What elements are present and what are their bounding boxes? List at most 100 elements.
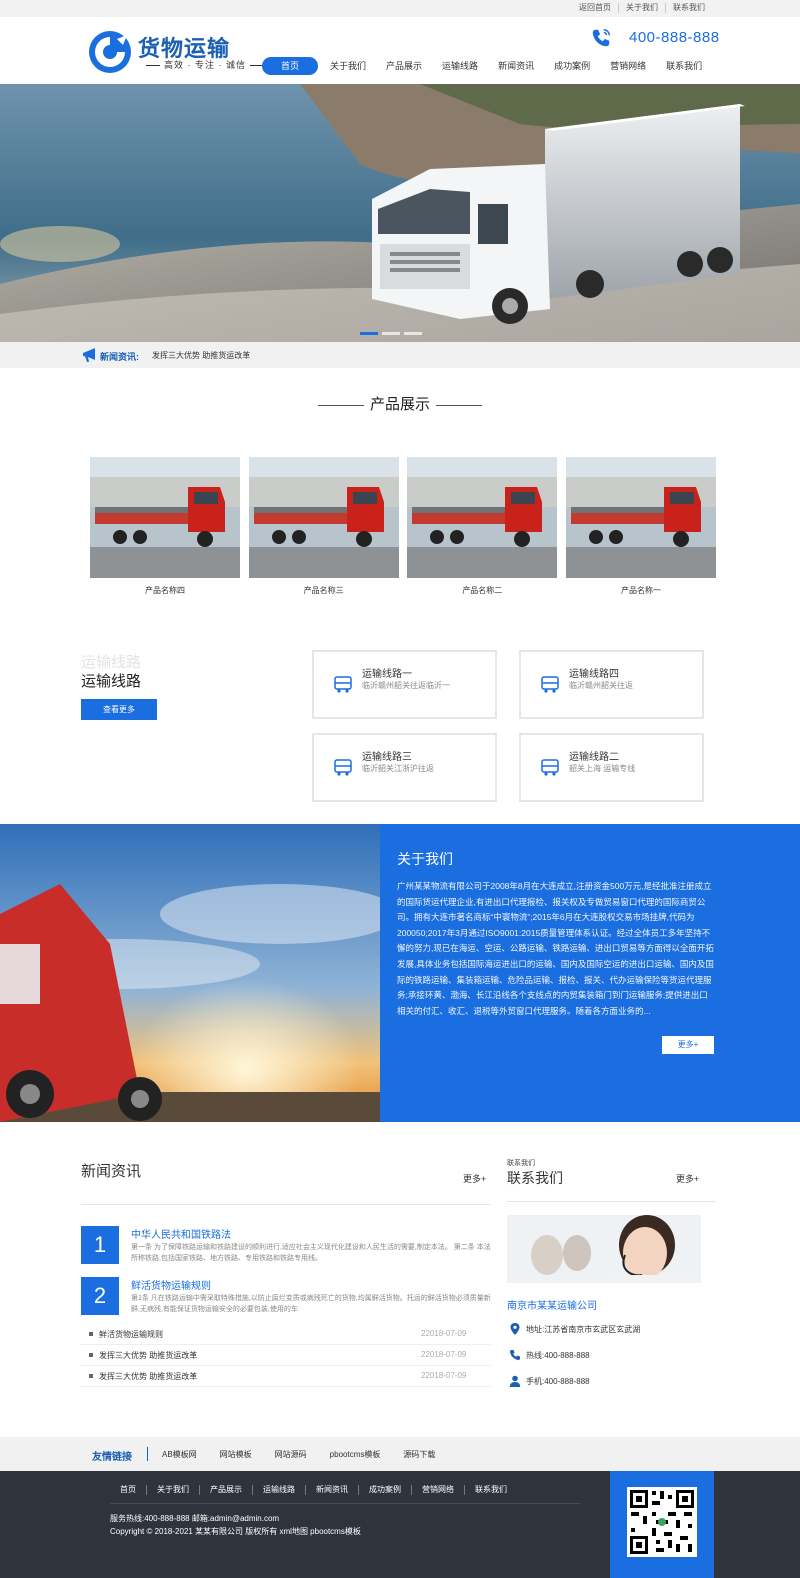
route-desc: 临沂韶关江浙沪往返: [362, 764, 434, 773]
footer-nav-news[interactable]: 新闻资讯: [305, 1485, 358, 1495]
top-link-home[interactable]: 返回首页: [572, 3, 618, 13]
product-image: [90, 457, 240, 578]
friend-link[interactable]: pbootcms模板: [330, 1449, 381, 1460]
footer-nav-network[interactable]: 营销网络: [411, 1485, 464, 1495]
route-name: 运输线路一: [362, 669, 412, 680]
nav-contact[interactable]: 联系我们: [656, 57, 712, 75]
about-more-button[interactable]: 更多+: [662, 1036, 714, 1054]
top-link-about[interactable]: 关于我们: [618, 3, 665, 13]
route-card[interactable]: 运输线路四 临沂赣州韶关往返: [519, 650, 704, 719]
friend-links: AB模板网 网站模板 网站源码 pbootcms模板 源码下载: [162, 1449, 458, 1460]
contact-address-text: 地址:江苏省南京市玄武区玄武湖: [526, 1324, 641, 1334]
nav-home[interactable]: 首页: [262, 57, 319, 75]
about-image: [0, 824, 380, 1122]
product-card[interactable]: 产品名称四: [90, 457, 240, 596]
friend-link[interactable]: 网站源码: [275, 1449, 307, 1460]
friend-link[interactable]: 源码下载: [403, 1449, 435, 1460]
header-phone: 400-888-888: [629, 29, 720, 46]
list-item[interactable]: 鲜活货物运输规则 22018-07-09: [81, 1324, 491, 1345]
ticker-label: 新闻资讯:: [100, 352, 139, 362]
routes-ghost-title: 运输线路: [81, 654, 142, 671]
routes-intro: 运输线路 运输线路 查看更多: [81, 651, 157, 720]
ticker-text[interactable]: 发挥三大优势 助推货运改革: [152, 350, 250, 361]
route-name: 运输线路四: [569, 669, 619, 680]
phone-icon: [510, 1350, 520, 1360]
nav-about[interactable]: 关于我们: [320, 57, 376, 75]
top-links: 返回首页 关于我们 联系我们: [572, 3, 712, 13]
news-list: 鲜活货物运输规则 22018-07-09 发挥三大优势 助推货运改革 22018…: [81, 1324, 491, 1387]
product-image: [248, 457, 399, 578]
nav-cases[interactable]: 成功案例: [544, 57, 600, 75]
news-ticker: 新闻资讯: 发挥三大优势 助推货运改革: [0, 342, 800, 368]
news-list-title[interactable]: 发挥三大优势 助推货运改革: [99, 1350, 197, 1361]
bus-icon: [541, 759, 559, 776]
contact-more-link[interactable]: 更多+: [676, 1172, 699, 1185]
footer-nav-contact[interactable]: 联系我们: [464, 1485, 517, 1495]
user-icon: [509, 1375, 521, 1387]
footer-nav-products[interactable]: 产品展示: [199, 1485, 252, 1495]
news-feature-item[interactable]: 2 鲜活货物运输规则 第1条 凡在铁路运输中需采取特殊措施,以防止腐烂变质或病残…: [81, 1277, 491, 1321]
news-title: 新闻资讯: [81, 1163, 142, 1180]
friend-link[interactable]: 网站模板: [220, 1449, 252, 1460]
product-card[interactable]: 产品名称二: [407, 457, 558, 596]
news-feature-title[interactable]: 鲜活货物运输规则: [131, 1277, 211, 1292]
route-card[interactable]: 运输线路一 临沂赣州韶关往返临沂一: [312, 650, 497, 719]
nav-news[interactable]: 新闻资讯: [488, 57, 544, 75]
banner-dot-3[interactable]: [404, 332, 422, 335]
news-list-date: 22018-07-09: [421, 1329, 467, 1338]
contact-divider: [507, 1201, 716, 1202]
products-title: 产品展示: [369, 396, 430, 413]
friend-links-label: 友情链接: [92, 1452, 132, 1463]
top-link-contact[interactable]: 联系我们: [665, 3, 712, 13]
hero-banner[interactable]: [0, 84, 800, 342]
news-list-title[interactable]: 发挥三大优势 助推货运改革: [99, 1371, 197, 1382]
product-image: [407, 457, 558, 578]
news-list-date: 22018-07-09: [421, 1371, 467, 1380]
news-list-date: 22018-07-09: [421, 1350, 467, 1359]
footer-divider: [110, 1503, 580, 1504]
friend-links-separator: [147, 1447, 148, 1461]
product-card[interactable]: 产品名称一: [565, 457, 716, 596]
contact-mobile-text: 手机:400-888-888: [526, 1376, 590, 1386]
footer-nav-routes[interactable]: 运输线路: [252, 1485, 305, 1495]
product-name[interactable]: 产品名称一: [566, 585, 716, 596]
contact-address: 地址:江苏省南京市玄武区玄武湖: [509, 1323, 640, 1335]
friend-link[interactable]: AB模板网: [162, 1449, 197, 1460]
product-card[interactable]: 产品名称三: [248, 457, 399, 596]
product-name[interactable]: 产品名称二: [407, 585, 557, 596]
footer-copyright: Copyright © 2018-2021 某某有限公司 版权所有 xml地图 …: [110, 1527, 361, 1536]
main-nav: 首页 关于我们 产品展示 运输线路 新闻资讯 成功案例 营销网络 联系我们: [262, 57, 712, 75]
news-more-link[interactable]: 更多+: [463, 1172, 486, 1185]
routes-more-button[interactable]: 查看更多: [81, 699, 157, 720]
nav-routes[interactable]: 运输线路: [432, 57, 488, 75]
megaphone-icon: [83, 348, 95, 362]
footer-nav-cases[interactable]: 成功案例: [358, 1485, 411, 1495]
footer-nav-home[interactable]: 首页: [110, 1485, 146, 1495]
banner-dot-2[interactable]: [382, 332, 400, 335]
footer-nav-about[interactable]: 关于我们: [146, 1485, 199, 1495]
list-item[interactable]: 发挥三大优势 助推货运改革 22018-07-09: [81, 1366, 491, 1387]
contact-company: 南京市某某运输公司: [507, 1301, 597, 1312]
banner-dot-1[interactable]: [360, 332, 378, 335]
news-list-title[interactable]: 鲜活货物运输规则: [99, 1329, 163, 1340]
contact-mobile: 手机:400-888-888: [509, 1375, 590, 1387]
contact-hotline: 热线:400-888-888: [509, 1349, 590, 1361]
banner-pagination: [360, 332, 426, 335]
logo-icon[interactable]: [87, 29, 133, 75]
route-card[interactable]: 运输线路二 韶关上海 运输专线: [519, 733, 704, 802]
route-card[interactable]: 运输线路三 临沂韶关江浙沪往返: [312, 733, 497, 802]
list-item[interactable]: 发挥三大优势 助推货运改革 22018-07-09: [81, 1345, 491, 1366]
footer-contact-info: 服务热线:400-888-888 邮箱:admin@admin.com: [110, 1514, 280, 1523]
news-feature-item[interactable]: 1 中华人民共和国铁路法 第一条 为了保障铁路运输和铁路建设的顺利进行,适应社会…: [81, 1226, 491, 1270]
product-name[interactable]: 产品名称三: [249, 585, 399, 596]
nav-products[interactable]: 产品展示: [376, 57, 432, 75]
nav-network[interactable]: 营销网络: [600, 57, 656, 75]
product-name[interactable]: 产品名称四: [90, 585, 240, 596]
news-feature-title[interactable]: 中华人民共和国铁路法: [131, 1226, 231, 1241]
qr-code-icon: [627, 1487, 697, 1557]
product-grid: 产品名称四 产品名称三 产品名称二 产品名称一: [90, 457, 716, 596]
footer-nav: 首页 关于我们 产品展示 运输线路 新闻资讯 成功案例 营销网络 联系我们: [110, 1485, 517, 1495]
about-title: 关于我们: [397, 851, 453, 867]
bullet-icon: [89, 1374, 93, 1378]
route-name: 运输线路三: [362, 752, 412, 763]
